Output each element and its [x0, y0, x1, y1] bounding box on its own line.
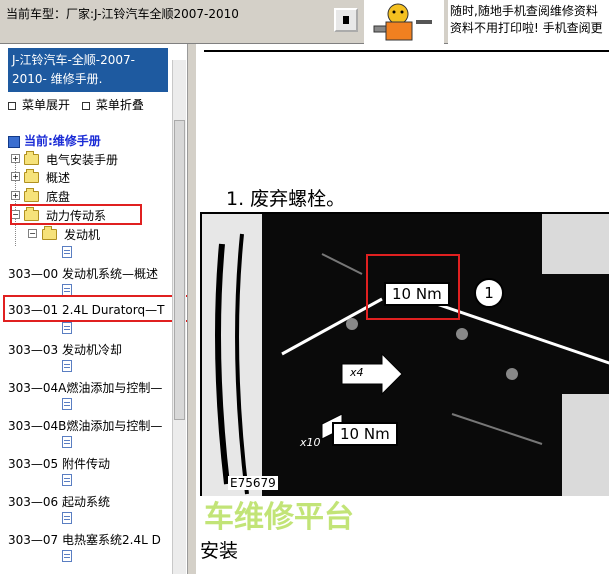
doc-item-label: 303—03 发动机冷却: [8, 343, 122, 357]
nav-arrow-button[interactable]: [334, 8, 358, 32]
title-bar: 当前车型：厂家:J-江铃汽车全顺2007-2010 随时,随地手机查阅维修资料 …: [0, 0, 609, 44]
quantity-label: x10: [300, 436, 321, 449]
quantity-label: x4: [350, 366, 364, 379]
folder-icon: [24, 169, 39, 183]
app-window: 当前车型：厂家:J-江铃汽车全顺2007-2010 随时,随地手机查阅维修资料 …: [0, 0, 609, 574]
manual-content: 1. 废弃螺栓。 10 Nm 1 x4 x10 10 Nm E75679 车维修…: [188, 44, 609, 574]
doc-item-label: 303—06 起动系统: [8, 495, 110, 509]
current-node[interactable]: 当前:维修手册: [8, 132, 101, 149]
divider: [204, 50, 609, 52]
doc-item-label: 303—05 附件传动: [8, 457, 110, 471]
menu-toggle-row: 菜单展开 菜单折叠: [8, 96, 152, 113]
doc-item[interactable]: 303—04B燃油添加与控制—: [0, 416, 172, 434]
scrollbar-thumb[interactable]: [174, 120, 185, 420]
document-icon: [62, 360, 72, 372]
step-text: 1. 废弃螺栓。: [226, 188, 346, 210]
expand-toggle-icon[interactable]: +: [11, 154, 20, 163]
document-icon: [62, 436, 72, 448]
callout-marker: 1: [474, 278, 504, 308]
open-folder-icon: [42, 226, 57, 240]
document-icon: [62, 246, 72, 258]
tree-item-label: 底盘: [46, 190, 71, 204]
doc-item-label: 303—04A燃油添加与控制—: [8, 381, 163, 395]
expand-icon: [8, 101, 16, 110]
document-icon: [62, 322, 72, 334]
promo-line-2: 资料不用打印啦! 手机查阅更: [450, 21, 603, 35]
book-icon: [8, 135, 20, 148]
section-heading: 安装: [200, 540, 239, 562]
doc-item-label: 303—01 2.4L Duratorq—T: [8, 303, 165, 317]
expand-toggle-icon[interactable]: +: [11, 191, 20, 200]
sidebar: J-江铃汽车-全顺-2007-2010- 维修手册. 菜单展开 菜单折叠 当前:…: [0, 44, 188, 574]
doc-item-label: 303—00 发动机系统—概述: [8, 267, 158, 281]
doc-item[interactable]: 303—04A燃油添加与控制—: [0, 378, 172, 396]
folder-icon: [24, 188, 39, 202]
doc-item[interactable]: 303—05 附件传动: [0, 454, 172, 472]
doc-item-label: 303—07 电热塞系统2.4L D: [8, 533, 161, 547]
doc-item[interactable]: 303—06 起动系统: [0, 492, 172, 510]
folder-icon: [24, 151, 39, 165]
tree-item-label: 概述: [46, 171, 71, 185]
tree-item-label: 发动机: [64, 228, 101, 242]
document-icon: [62, 512, 72, 524]
promo-line-1: 随时,随地手机查阅维修资料: [450, 4, 598, 18]
document-icon: [62, 398, 72, 410]
arrow-icon: [343, 16, 349, 24]
expand-toggle-icon[interactable]: +: [11, 172, 20, 181]
doc-item[interactable]: 303—00 发动机系统—概述: [0, 264, 172, 282]
highlight-box: [10, 204, 142, 225]
document-icon: [62, 474, 72, 486]
tree-item-electrical[interactable]: + 电气安装手册: [0, 150, 170, 168]
highlight-box: [366, 254, 460, 320]
current-model-label: 当前车型：厂家:J-江铃汽车全顺2007-2010: [6, 7, 239, 21]
menu-collapse-link[interactable]: 菜单折叠: [96, 98, 144, 112]
mascot-icon: [364, 0, 444, 44]
doc-item[interactable]: 303—07 电热塞系统2.4L D: [0, 530, 172, 548]
doc-item-label: 303—04B燃油添加与控制—: [8, 419, 163, 433]
doc-item[interactable]: 303—03 发动机冷却: [0, 340, 172, 358]
menu-expand-link[interactable]: 菜单展开: [22, 98, 70, 112]
doc-item[interactable]: 303—01 2.4L Duratorq—T: [0, 302, 172, 320]
engine-figure: 10 Nm 1 x4 x10 10 Nm E75679: [200, 212, 609, 496]
current-node-label: 当前:维修手册: [24, 134, 101, 148]
document-icon: [62, 550, 72, 562]
collapse-toggle-icon[interactable]: −: [28, 229, 37, 238]
promo-banner[interactable]: 随时,随地手机查阅维修资料 资料不用打印啦! 手机查阅更: [448, 0, 609, 44]
collapse-icon: [81, 101, 90, 110]
manual-title[interactable]: J-江铃汽车-全顺-2007-2010- 维修手册.: [8, 48, 168, 92]
tree-item-label: 电气安装手册: [46, 153, 119, 167]
tree-item-engine[interactable]: − 发动机: [0, 225, 170, 243]
tree-item-overview[interactable]: + 概述: [0, 168, 170, 186]
tree-item-chassis[interactable]: + 底盘: [0, 187, 170, 205]
figure-code: E75679: [228, 476, 278, 490]
sidebar-scrollbar[interactable]: [172, 60, 186, 574]
torque-label: 10 Nm: [332, 422, 398, 446]
watermark: 车维修平台: [204, 500, 354, 535]
